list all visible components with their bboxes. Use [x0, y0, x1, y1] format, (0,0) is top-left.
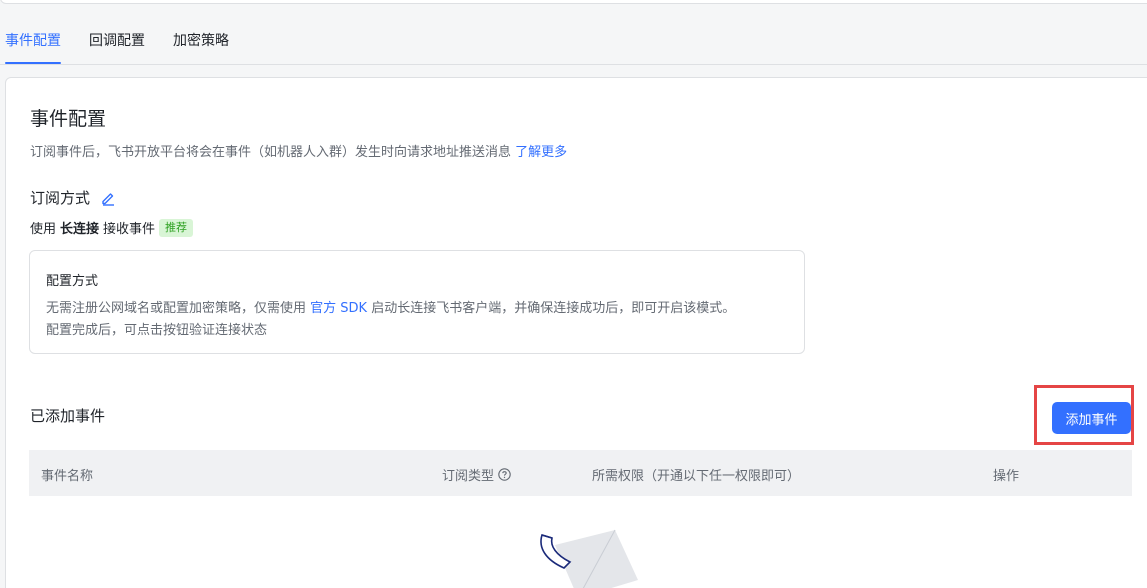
- section-description: 订阅事件后，飞书开放平台将会在事件（如机器人入群）发生时向请求地址推送消息 了解…: [30, 141, 567, 160]
- config-info-title: 配置方式: [46, 274, 99, 289]
- column-subscription-type-label: 订阅类型: [442, 469, 495, 484]
- column-actions: 操作: [993, 469, 1020, 484]
- page-title: 事件配置: [30, 108, 107, 130]
- tab-callback-config[interactable]: 回调配置: [89, 26, 145, 64]
- method-suffix: 接收事件: [103, 222, 156, 237]
- tabs-divider: [0, 64, 1147, 65]
- description-text: 订阅事件后，飞书开放平台将会在事件（如机器人入群）发生时向请求地址推送消息: [30, 145, 512, 160]
- config-info-line-1-suffix: 启动长连接飞书客户端，并确保连接成功后，即可开启该模式。: [371, 301, 736, 316]
- add-event-button[interactable]: 添加事件: [1052, 402, 1131, 434]
- subscription-method-title: 订阅方式: [30, 189, 91, 207]
- tab-encryption-strategy[interactable]: 加密策略: [173, 26, 229, 64]
- method-name: 长连接: [60, 222, 100, 237]
- official-sdk-link[interactable]: 官方 SDK: [310, 301, 367, 316]
- method-prefix: 使用: [30, 222, 57, 237]
- empty-state-illustration: [540, 529, 638, 588]
- column-required-permissions: 所需权限（开通以下任一权限即可）: [592, 469, 801, 484]
- config-info-line-2: 配置完成后，可点击按钮验证连接状态: [46, 323, 268, 338]
- events-table-header: 事件名称 订阅类型 所需权限（开通以下任一权限即可） 操作: [29, 450, 1132, 496]
- config-tabs: 事件配置 回调配置 加密策略: [0, 26, 257, 64]
- help-icon[interactable]: [498, 468, 511, 481]
- subscription-method-heading: 订阅方式: [30, 187, 116, 208]
- learn-more-link[interactable]: 了解更多: [515, 145, 567, 160]
- column-event-name: 事件名称: [41, 469, 94, 484]
- config-info-line-1-prefix: 无需注册公网域名或配置加密策略，仅需使用: [46, 301, 307, 316]
- added-events-title: 已添加事件: [30, 407, 106, 425]
- column-subscription-type: 订阅类型: [442, 465, 511, 484]
- tab-event-config[interactable]: 事件配置: [5, 26, 61, 64]
- config-info-box: 配置方式 无需注册公网域名或配置加密策略，仅需使用 官方 SDK 启动长连接飞书…: [29, 250, 805, 354]
- edit-icon[interactable]: [100, 190, 116, 206]
- subscription-method-line: 使用 长连接 接收事件 推荐: [30, 218, 194, 237]
- config-info-line-1: 无需注册公网域名或配置加密策略，仅需使用 官方 SDK 启动长连接飞书客户端，并…: [46, 297, 735, 316]
- top-header-card: [0, 0, 1147, 4]
- recommended-badge: 推荐: [159, 218, 194, 237]
